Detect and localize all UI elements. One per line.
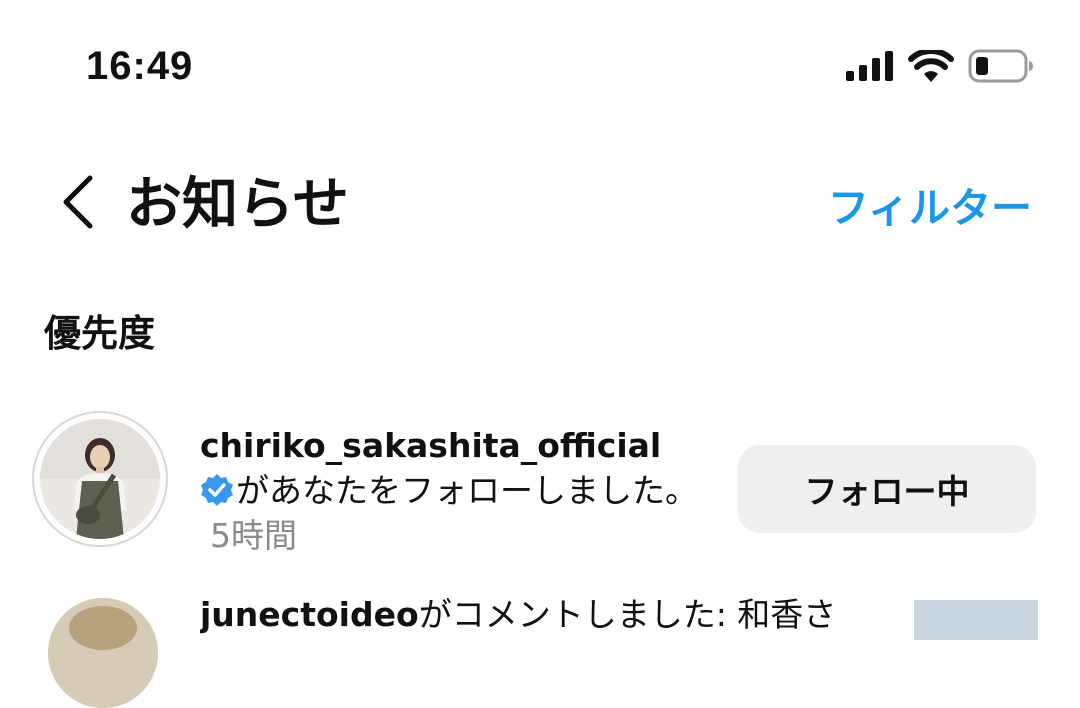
verified-badge-icon xyxy=(200,473,234,507)
notification-text: chiriko_sakashita_official があなたをフォローしました… xyxy=(200,423,700,558)
avatar[interactable] xyxy=(32,411,168,547)
notification-item[interactable]: chiriko_sakashita_official があなたをフォローしました… xyxy=(0,405,1080,555)
notification-username[interactable]: junectoideo xyxy=(200,595,419,634)
notification-message: があなたをフォローしました。 xyxy=(236,471,698,510)
post-thumbnail[interactable] xyxy=(914,600,1038,640)
notification-text: junectoideoがコメントしました: 和香さ xyxy=(200,592,890,637)
status-time: 16:49 xyxy=(86,44,194,88)
following-button[interactable]: フォロー中 xyxy=(738,445,1036,533)
cellular-signal-icon xyxy=(846,51,894,85)
notification-message: がコメントしました: 和香さ xyxy=(418,595,837,634)
status-icons xyxy=(846,48,1034,87)
filter-button[interactable]: フィルター xyxy=(828,180,1032,236)
status-bar: 16:49 xyxy=(0,0,1080,110)
chevron-left-icon xyxy=(58,174,98,234)
page-title: お知らせ xyxy=(126,172,349,237)
back-button[interactable] xyxy=(52,174,104,234)
notification-username[interactable]: chiriko_sakashita_official xyxy=(200,426,661,465)
avatar[interactable] xyxy=(48,598,158,708)
notification-timestamp: 5時間 xyxy=(210,516,297,555)
notification-item[interactable]: junectoideoがコメントしました: 和香さ xyxy=(0,590,1080,708)
wifi-icon xyxy=(908,48,954,86)
page-header: お知らせ フィルター xyxy=(0,160,1080,250)
avatar-image xyxy=(40,419,160,539)
battery-low-icon xyxy=(968,49,1034,87)
section-heading-priority: 優先度 xyxy=(44,312,155,355)
